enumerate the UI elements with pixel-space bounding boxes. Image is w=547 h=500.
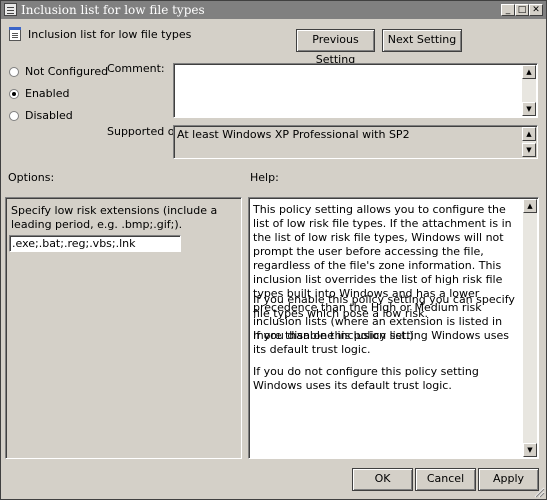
comment-field[interactable]: ▲ ▼ — [173, 63, 538, 118]
close-icon: ✕ — [532, 5, 540, 15]
radio-not-configured-label[interactable]: Not Configured — [25, 65, 108, 78]
options-description: Specify low risk extensions (include a l… — [11, 204, 218, 231]
help-scrollbar[interactable]: ▲ ▼ — [523, 199, 537, 457]
help-paragraph-3: If you disable this policy setting Windo… — [253, 329, 510, 356]
maximize-button[interactable]: □ — [515, 4, 529, 16]
help-paragraph-1: This policy setting allows you to config… — [253, 203, 512, 342]
window-title: Inclusion list for low file types — [21, 3, 205, 17]
help-panel: This policy setting allows you to config… — [248, 197, 539, 459]
scroll-up-arrow-icon[interactable]: ▲ — [523, 199, 537, 213]
apply-button[interactable]: Apply — [478, 468, 539, 491]
cancel-button[interactable]: Cancel — [415, 468, 476, 491]
resize-grip-icon[interactable] — [533, 486, 545, 498]
scroll-up-arrow-icon[interactable]: ▲ — [522, 127, 536, 141]
supported-on-field: At least Windows XP Professional with SP… — [173, 125, 538, 159]
previous-setting-button[interactable]: Previous Setting — [296, 29, 375, 66]
scroll-down-arrow-icon[interactable]: ▼ — [522, 143, 536, 157]
supported-scrollbar[interactable]: ▲ ▼ — [522, 127, 536, 157]
help-paragraph-4: If you do not configure this policy sett… — [253, 365, 479, 392]
scroll-up-arrow-icon[interactable]: ▲ — [522, 65, 536, 79]
options-panel: Specify low risk extensions (include a l… — [5, 197, 242, 459]
help-label: Help: — [250, 171, 279, 184]
next-setting-button[interactable]: Next Setting — [382, 29, 462, 52]
comment-label: Comment: — [107, 62, 165, 75]
radio-not-configured[interactable] — [9, 67, 19, 77]
help-paragraph-2: If you enable this policy setting you ca… — [253, 293, 515, 320]
ok-button[interactable]: OK — [352, 468, 413, 491]
policy-document-icon — [4, 3, 17, 16]
minimize-button[interactable]: _ — [501, 4, 515, 16]
policy-dialog-window: Inclusion list for low file types _ □ ✕ … — [0, 0, 547, 500]
scroll-down-arrow-icon[interactable]: ▼ — [523, 443, 537, 457]
options-label: Options: — [8, 171, 55, 184]
close-button[interactable]: ✕ — [529, 4, 543, 16]
title-bar[interactable]: Inclusion list for low file types _ □ ✕ — [1, 1, 546, 19]
radio-disabled[interactable] — [9, 111, 19, 121]
policy-setting-icon — [9, 27, 21, 41]
radio-disabled-label[interactable]: Disabled — [25, 109, 73, 122]
scroll-down-arrow-icon[interactable]: ▼ — [522, 102, 536, 116]
extensions-input-value[interactable]: .exe;.bat;.reg;.vbs;.lnk — [12, 237, 136, 250]
radio-enabled[interactable] — [9, 89, 19, 99]
extensions-input[interactable]: .exe;.bat;.reg;.vbs;.lnk — [9, 235, 181, 252]
comment-scrollbar[interactable]: ▲ ▼ — [522, 65, 536, 116]
maximize-icon: □ — [517, 5, 527, 15]
radio-enabled-label[interactable]: Enabled — [25, 87, 69, 100]
minimize-icon: _ — [505, 5, 511, 15]
supported-on-value: At least Windows XP Professional with SP… — [177, 128, 410, 141]
setting-name: Inclusion list for low file types — [28, 28, 192, 41]
